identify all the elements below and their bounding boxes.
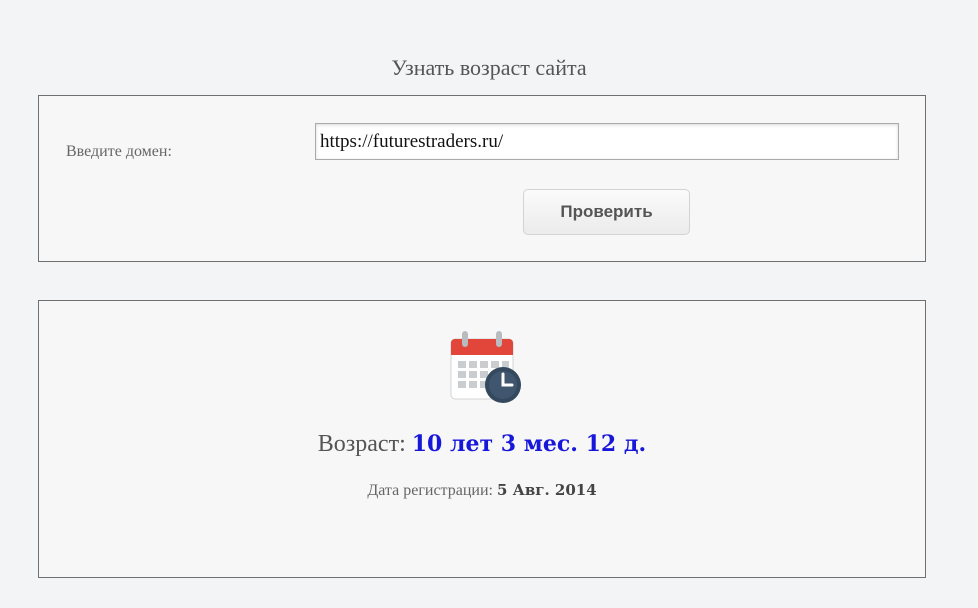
registration-line: Дата регистрации: 5 Авг. 2014 xyxy=(39,481,925,500)
check-button[interactable]: Проверить xyxy=(523,189,690,235)
registration-date: 5 Авг. 2014 xyxy=(496,481,597,499)
result-panel: Возраст: 10 лет 3 мес. 12 д. Дата регист… xyxy=(38,300,926,578)
registration-label: Дата регистрации: xyxy=(367,482,493,499)
age-label: Возраст: xyxy=(317,431,406,457)
age-line: Возраст: 10 лет 3 мес. 12 д. xyxy=(39,431,925,458)
age-value: 10 лет 3 мес. 12 д. xyxy=(411,431,647,457)
domain-input[interactable] xyxy=(315,123,899,160)
domain-label: Введите домен: xyxy=(66,143,172,160)
domain-check-panel: Введите домен: Проверить xyxy=(38,95,926,262)
calendar-clock-icon xyxy=(450,331,521,403)
page-title: Узнать возраст сайта xyxy=(391,55,587,80)
